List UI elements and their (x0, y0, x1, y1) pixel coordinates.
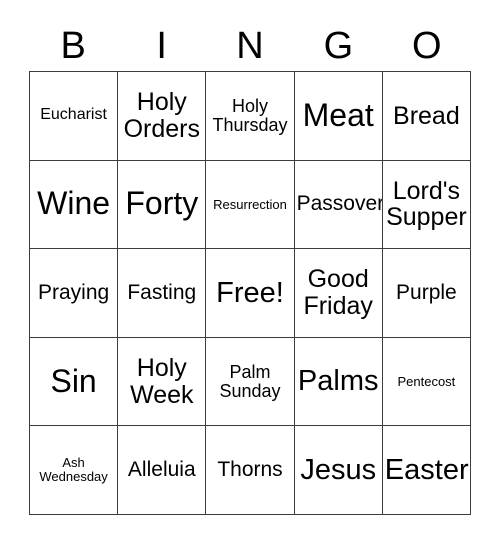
bingo-cell-label: Wine (37, 185, 111, 222)
bingo-cell-label: Lord's Supper (386, 176, 467, 232)
bingo-cell-o3[interactable]: Purple (382, 249, 471, 338)
bingo-cell-b2[interactable]: Wine (30, 160, 119, 250)
bingo-cell-label: Purple (396, 280, 457, 304)
bingo-cell-label: Passover (296, 192, 383, 216)
bingo-cell-i3[interactable]: Fasting (118, 249, 207, 338)
bingo-cell-g3[interactable]: Good Friday (294, 249, 383, 338)
bingo-cell-label: Holy Thursday (212, 95, 288, 135)
bingo-cell-n5[interactable]: Thorns (206, 426, 295, 515)
bingo-cell-label: Palms (297, 365, 379, 398)
bingo-cell-n1[interactable]: Holy Thursday (206, 72, 295, 161)
bingo-cell-n2[interactable]: Resurrection (206, 160, 295, 250)
bingo-cell-label: Sin (50, 362, 97, 399)
bingo-cell-label: Praying (37, 280, 110, 304)
bingo-cell-label: Good Friday (303, 265, 373, 320)
bingo-cell-b5[interactable]: Ash Wednesday (30, 426, 119, 515)
bingo-header: B I N G O (29, 22, 471, 70)
bingo-cell-g2[interactable]: Passover (294, 160, 383, 250)
bingo-cell-label: Fasting (127, 280, 197, 304)
bingo-cell-label: Free! (216, 276, 284, 309)
bingo-cell-label: Thorns (217, 458, 283, 482)
bingo-cell-label: Alleluia (127, 458, 196, 482)
bingo-cell-o2[interactable]: Lord's Supper (382, 160, 471, 250)
bingo-cell-label: Meat (302, 96, 374, 133)
header-letter-g: G (323, 25, 354, 67)
bingo-cell-b1[interactable]: Eucharist (30, 72, 119, 161)
bingo-cell-o5[interactable]: Easter (382, 426, 471, 515)
bingo-cell-g4[interactable]: Palms (294, 337, 383, 427)
header-letter-i: I (156, 25, 167, 67)
bingo-cell-label: Holy Orders (123, 88, 200, 143)
bingo-cell-label: Ash Wednesday (39, 455, 108, 485)
bingo-cell-o4[interactable]: Pentecost (382, 337, 471, 427)
bingo-cell-label: Palm Sunday (219, 361, 281, 401)
bingo-cell-n4[interactable]: Palm Sunday (206, 337, 295, 427)
bingo-cell-label: Bread (393, 101, 460, 130)
bingo-cell-label: Forty (125, 185, 199, 222)
bingo-cell-b4[interactable]: Sin (30, 337, 119, 427)
bingo-cell-i1[interactable]: Holy Orders (118, 72, 207, 161)
bingo-cell-label: Jesus (300, 453, 377, 486)
bingo-card: B I N G O Eucharist Holy Orders Holy Thu… (0, 0, 500, 544)
bingo-cell-label: Eucharist (40, 106, 107, 124)
bingo-cell-label: Resurrection (213, 196, 287, 212)
bingo-cell-free[interactable]: Free! (206, 249, 295, 338)
bingo-cell-label: Pentecost (397, 373, 456, 389)
bingo-cell-g5[interactable]: Jesus (294, 426, 383, 515)
bingo-cell-g1[interactable]: Meat (294, 72, 383, 161)
bingo-cell-o1[interactable]: Bread (382, 72, 471, 161)
header-letter-n: N (236, 25, 264, 67)
bingo-cell-i2[interactable]: Forty (118, 160, 207, 250)
bingo-grid: Eucharist Holy Orders Holy Thursday Meat… (29, 71, 471, 515)
bingo-cell-label: Easter (384, 453, 469, 486)
bingo-cell-i5[interactable]: Alleluia (118, 426, 207, 515)
bingo-cell-label: Holy Week (130, 354, 194, 409)
header-letter-b: B (60, 25, 86, 67)
bingo-cell-i4[interactable]: Holy Week (118, 337, 207, 427)
bingo-cell-b3[interactable]: Praying (30, 249, 119, 338)
header-letter-o: O (412, 25, 442, 67)
